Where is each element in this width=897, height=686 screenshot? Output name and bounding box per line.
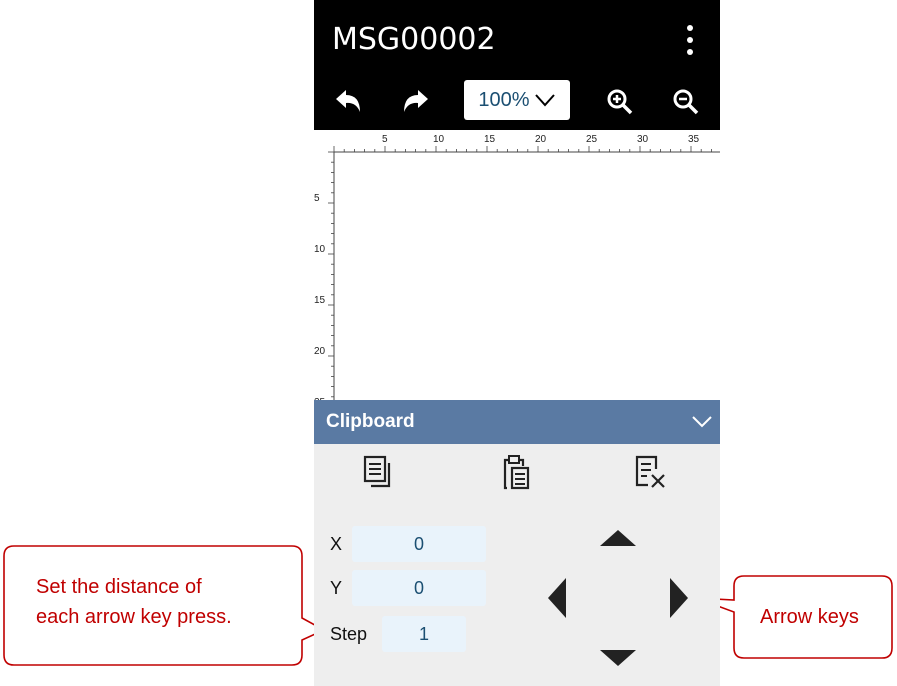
more-vert-icon[interactable] (680, 20, 700, 60)
clear-clipboard-icon (635, 455, 665, 488)
zoom-out-icon (673, 89, 699, 115)
redo-icon (404, 90, 428, 112)
y-label: Y (330, 578, 343, 598)
callout-step-line2: each arrow key press. (36, 606, 232, 628)
app-screen: MSG00002 100% 5 10 15 20 25 30 35 5 10 1… (314, 0, 720, 686)
top-ruler-label: 25 (586, 134, 598, 145)
arrow-right-button[interactable] (670, 578, 688, 618)
clear-clipboard-button[interactable] (630, 452, 670, 492)
chevron-down-icon[interactable] (690, 410, 714, 434)
paste-button[interactable] (496, 452, 536, 492)
top-ruler-label: 15 (484, 134, 496, 145)
left-ruler-label: 5 (314, 193, 320, 204)
left-ruler-label: 15 (314, 295, 326, 306)
app-bar: MSG00002 100% (314, 0, 720, 130)
copy-button[interactable] (358, 452, 398, 492)
redo-button[interactable] (394, 82, 434, 122)
undo-button[interactable] (330, 82, 370, 122)
clipboard-header[interactable]: Clipboard (314, 400, 720, 444)
callout-arrow-keys-text: Arrow keys (760, 606, 859, 628)
ruler: 5101520253035510152025 (314, 134, 720, 400)
zoom-value: 100% (478, 88, 530, 111)
top-ruler-label: 5 (382, 134, 388, 145)
editor-canvas[interactable]: 5101520253035510152025 (314, 130, 720, 400)
y-field[interactable]: 0 (352, 570, 486, 606)
x-label: X (330, 534, 343, 554)
step-label: Step (330, 624, 368, 644)
clipboard-panel: X 0 Y 0 Step 1 (314, 444, 720, 686)
undo-icon (336, 90, 360, 112)
zoom-in-button[interactable] (600, 82, 640, 122)
zoom-out-button[interactable] (666, 82, 706, 122)
top-ruler-label: 20 (535, 134, 547, 145)
left-ruler-label: 20 (314, 346, 326, 357)
arrow-up-button[interactable] (600, 530, 636, 546)
arrow-left-button[interactable] (548, 578, 566, 618)
top-ruler-label: 35 (688, 134, 700, 145)
x-field[interactable]: 0 (352, 526, 486, 562)
clipboard-title: Clipboard (326, 411, 415, 432)
top-ruler-label: 10 (433, 134, 445, 145)
zoom-in-icon (607, 89, 633, 115)
zoom-select[interactable]: 100% (464, 80, 570, 120)
callout-step-text: Set the distance of each arrow key press… (36, 572, 232, 632)
arrow-down-button[interactable] (600, 650, 636, 666)
left-ruler-label: 10 (314, 244, 326, 255)
paste-icon (503, 455, 530, 490)
callout-step-line1: Set the distance of (36, 576, 202, 598)
page-title: MSG00002 (332, 22, 496, 57)
chevron-down-icon (534, 94, 555, 107)
copy-icon (363, 455, 391, 488)
step-field[interactable]: 1 (382, 616, 466, 652)
top-ruler-label: 30 (637, 134, 649, 145)
